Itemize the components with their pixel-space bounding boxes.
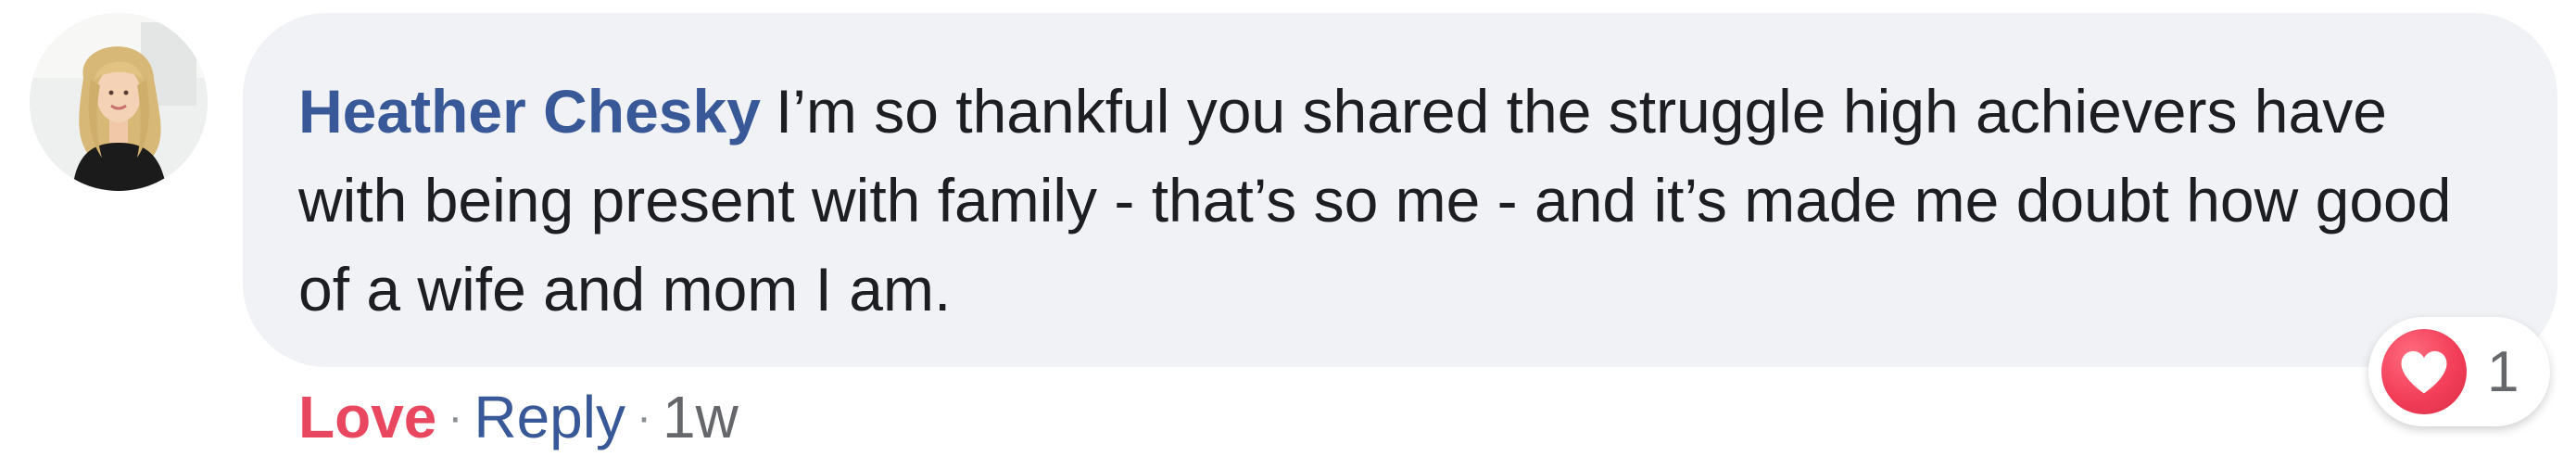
comment-timestamp[interactable]: 1w xyxy=(663,384,739,450)
heart-icon xyxy=(2381,329,2467,414)
separator: · xyxy=(448,393,463,442)
comment-body: Heather Chesky I’m so thankful you shared… xyxy=(298,67,2474,334)
reply-button[interactable]: Reply xyxy=(474,384,625,450)
love-button[interactable]: Love xyxy=(298,384,436,450)
comment-bubble: Heather Chesky I’m so thankful you shared… xyxy=(243,13,2557,367)
comment-author[interactable]: Heather Chesky xyxy=(298,77,761,146)
comment-actions: Love · Reply · 1w xyxy=(298,380,739,461)
reaction-summary[interactable]: 1 xyxy=(2368,317,2550,426)
separator: · xyxy=(636,393,651,442)
profile-photo xyxy=(30,13,208,191)
reaction-count: 1 xyxy=(2487,339,2519,404)
avatar[interactable] xyxy=(30,13,208,191)
